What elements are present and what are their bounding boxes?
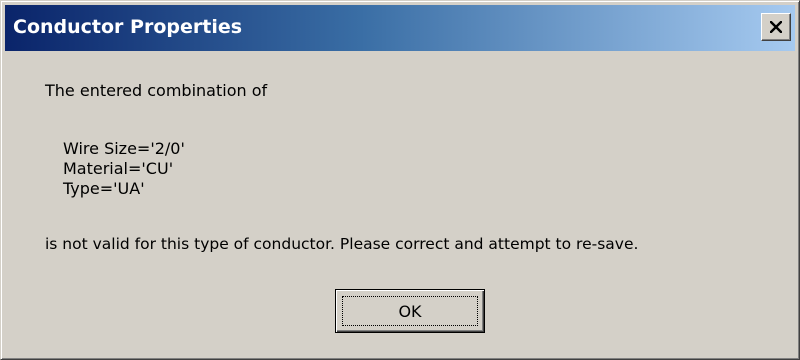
detail-material: Material='CU' bbox=[63, 159, 174, 178]
ok-button-label: OK bbox=[398, 302, 422, 321]
conductor-properties-dialog: Conductor Properties The entered combina… bbox=[0, 0, 800, 360]
message-outro: is not valid for this type of conductor.… bbox=[45, 235, 639, 253]
detail-wire-size: Wire Size='2/0' bbox=[63, 139, 185, 158]
title-bar[interactable]: Conductor Properties bbox=[5, 5, 795, 51]
close-icon bbox=[770, 21, 782, 33]
message-intro: The entered combination of bbox=[45, 81, 268, 100]
dialog-title: Conductor Properties bbox=[13, 16, 243, 38]
close-button[interactable] bbox=[761, 13, 791, 41]
ok-button[interactable]: OK bbox=[335, 289, 485, 333]
detail-type: Type='UA' bbox=[63, 179, 145, 198]
